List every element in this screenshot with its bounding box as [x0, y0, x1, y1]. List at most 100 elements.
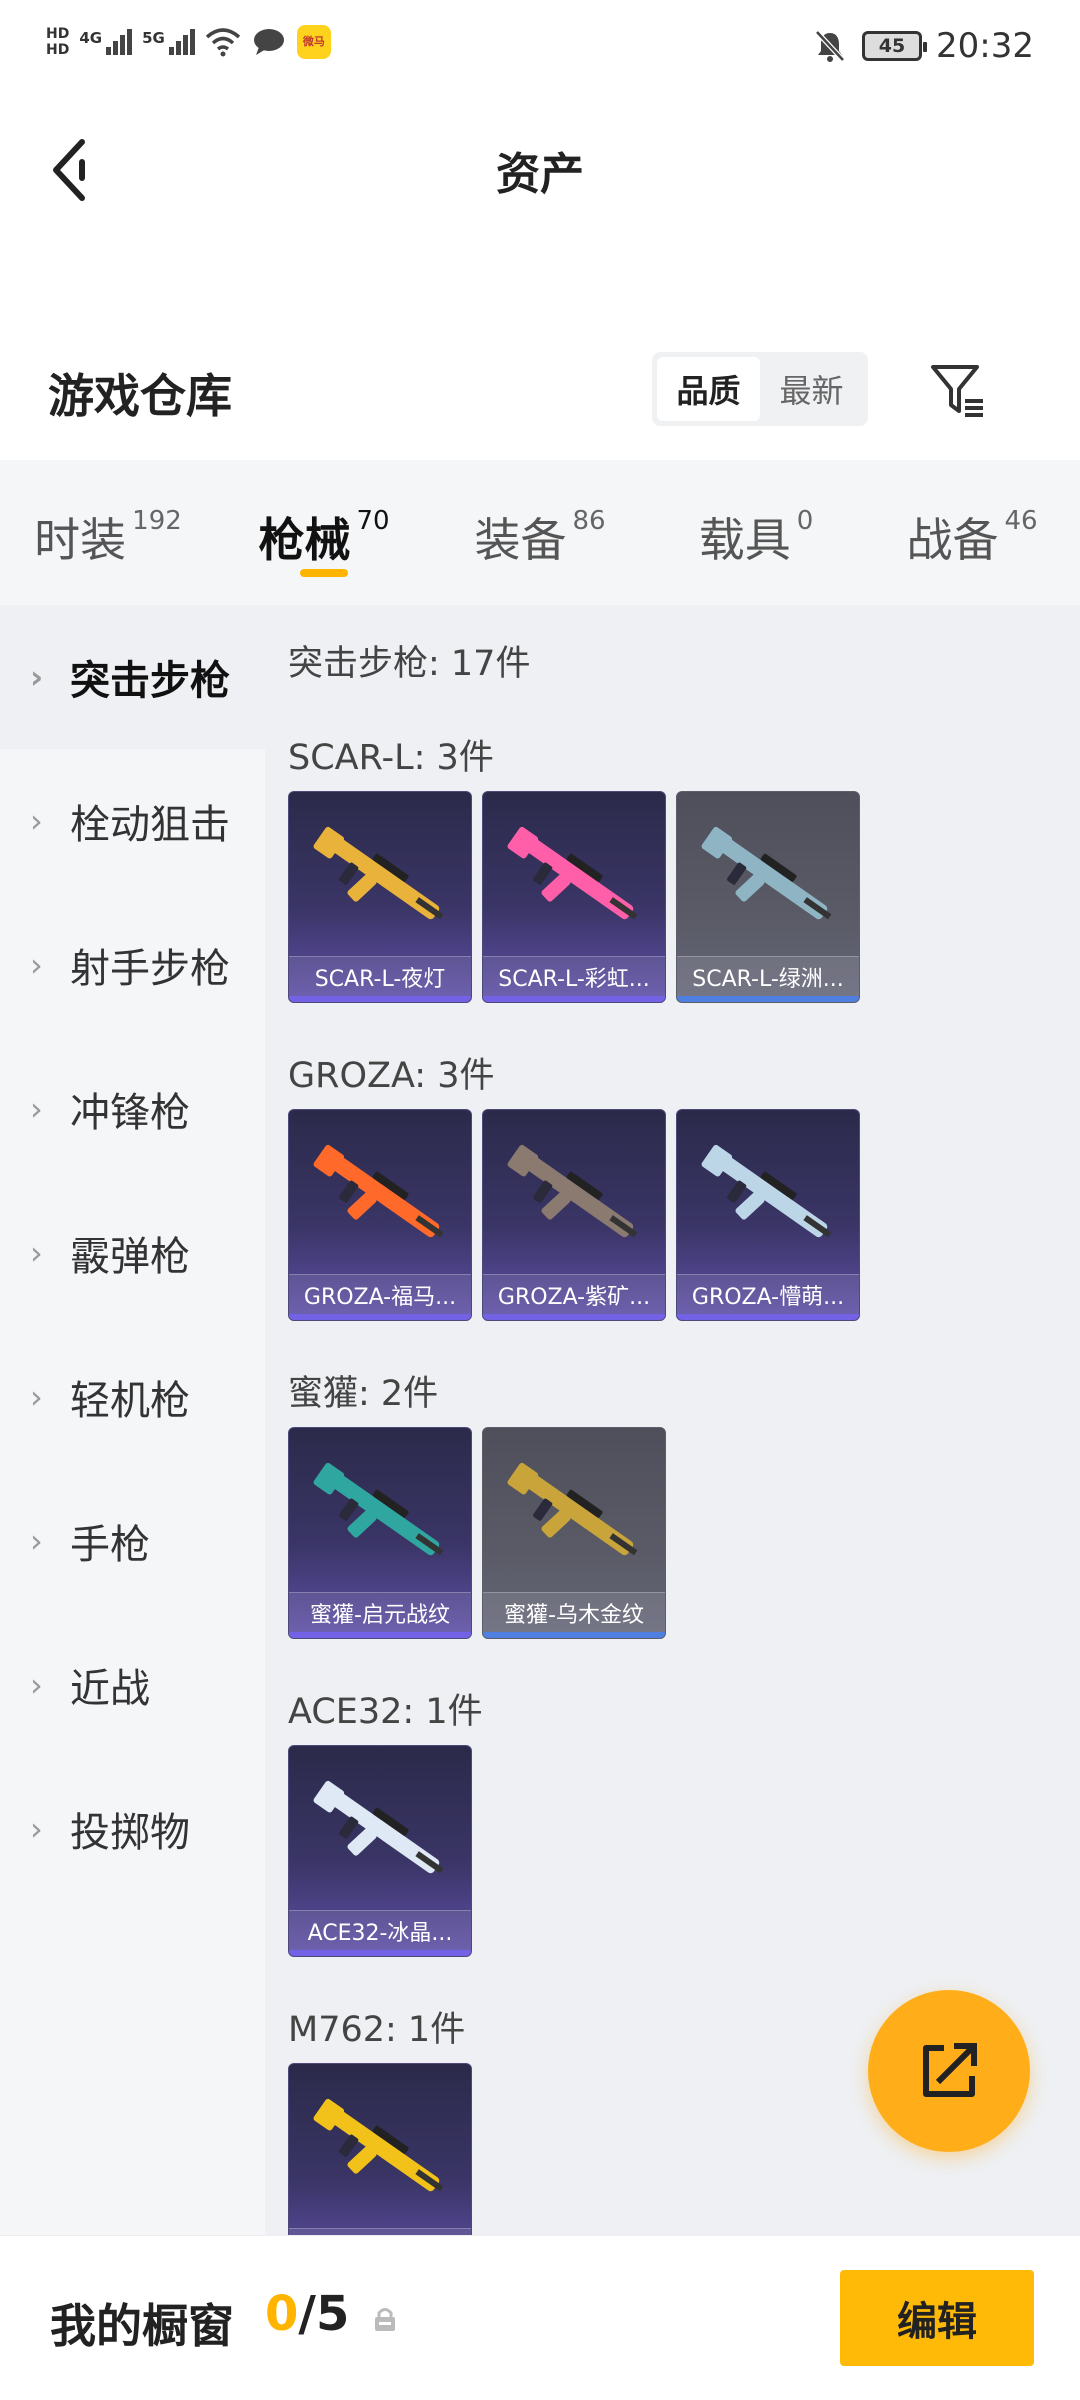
- signal-bar: [120, 35, 126, 55]
- status-bar-left: HD HD 4G 5G 微马: [46, 24, 331, 60]
- mute-bell-icon: [812, 28, 848, 64]
- tab-fashion[interactable]: 时装 192: [0, 460, 216, 605]
- weapon-skin-name: GROZA-福马...: [289, 1274, 471, 1314]
- rarity-stripe: [483, 1314, 665, 1320]
- tab-count: 46: [1004, 506, 1038, 536]
- weapon-skin-card[interactable]: GROZA-紫矿...: [482, 1109, 666, 1321]
- sidebar-item-smg[interactable]: › 冲锋枪: [0, 1037, 265, 1181]
- sidebar-item-label: 射手步枪: [70, 946, 230, 992]
- chevron-right-icon: ›: [30, 1090, 43, 1128]
- weapon-skin-card[interactable]: 蜜獾-乌木金纹: [482, 1427, 666, 1639]
- sidebar-item-pistol[interactable]: › 手枪: [0, 1469, 265, 1613]
- weapon-skin-card[interactable]: ACE32-冰晶...: [288, 1745, 472, 1957]
- signal-bar: [168, 47, 174, 55]
- app-notification-icon: 微马: [296, 25, 331, 59]
- gun-icon: [313, 1144, 444, 1238]
- showcase-current: 0: [265, 2286, 299, 2342]
- sidebar-item-marksman-rifle[interactable]: › 射手步枪: [0, 893, 265, 1037]
- sidebar-item-label: 近战: [70, 1666, 150, 1712]
- battery-icon: 45: [862, 31, 928, 61]
- tab-label: 装备: [474, 513, 567, 567]
- weapon-skin-name: 蜜獾-启元战纹: [289, 1592, 471, 1632]
- weapon-skin-card[interactable]: GROZA-福马...: [288, 1109, 472, 1321]
- showcase-count: 0/5: [265, 2286, 349, 2342]
- sidebar-item-label: 投掷物: [70, 1810, 190, 1856]
- tab-label: 时装: [34, 513, 127, 567]
- chevron-right-icon: ›: [30, 1378, 43, 1416]
- sidebar-item-label: 轻机枪: [70, 1378, 190, 1424]
- filter-button[interactable]: [922, 356, 992, 426]
- warehouse-header: 游戏仓库 品质 最新: [0, 330, 1080, 440]
- showcase-label: 我的橱窗: [50, 2299, 234, 2353]
- weapon-skin-name: SCAR-L-彩虹...: [483, 956, 665, 996]
- showcase-bar: 我的橱窗 0/5 编辑: [0, 2235, 1080, 2400]
- tab-supplies[interactable]: 战备 46: [864, 460, 1080, 605]
- tab-guns[interactable]: 枪械 70: [216, 460, 432, 605]
- signal-bar: [175, 41, 181, 55]
- sidebar-item-label: 栓动狙击: [70, 802, 230, 848]
- sidebar-item-melee[interactable]: › 近战: [0, 1613, 265, 1757]
- share-button[interactable]: [868, 1990, 1030, 2152]
- hd-indicator: HD HD: [46, 26, 69, 58]
- status-bar: HD HD 4G 5G 微马 45 20:32: [0, 0, 1080, 100]
- edit-button[interactable]: 编辑: [840, 2270, 1034, 2366]
- sidebar-item-assault-rifle[interactable]: › 突击步枪: [0, 605, 265, 749]
- sidebar-item-bolt-sniper[interactable]: › 栓动狙击: [0, 749, 265, 893]
- signal-5g: 5G: [142, 29, 195, 55]
- chevron-right-icon: ›: [30, 1666, 43, 1704]
- weapon-skin-card[interactable]: SCAR-L-绿洲...: [676, 791, 860, 1003]
- sidebar-item-throwable[interactable]: › 投掷物: [0, 1757, 265, 1901]
- weapon-skin-card[interactable]: 蜜獾-启元战纹: [288, 1427, 472, 1639]
- chevron-right-icon: ›: [30, 1234, 43, 1272]
- weapon-skin-name: SCAR-L-绿洲...: [677, 956, 859, 996]
- weapon-skin-name: SCAR-L-夜灯: [289, 956, 471, 996]
- rarity-stripe: [289, 1950, 471, 1956]
- weapon-skin-card[interactable]: M762-天降萌...: [288, 2063, 472, 2235]
- weapon-skin-card[interactable]: SCAR-L-夜灯: [288, 791, 472, 1003]
- warehouse-title: 游戏仓库: [48, 369, 232, 423]
- weapon-group-title: 蜜獾: 2件: [288, 1374, 439, 1414]
- sort-toggle: 品质 最新: [652, 352, 868, 426]
- weapon-skin-name: 蜜獾-乌木金纹: [483, 1592, 665, 1632]
- rarity-stripe: [677, 996, 859, 1002]
- weapon-group-title: GROZA: 3件: [288, 1056, 495, 1096]
- weapon-card-row: ACE32-冰晶...: [288, 1745, 1078, 1957]
- share-icon: [923, 2043, 977, 2097]
- rarity-stripe: [677, 1314, 859, 1320]
- signal-bar: [106, 47, 112, 55]
- signal-bar: [113, 41, 119, 55]
- category-tabs: 时装 192 枪械 70 装备 86 载具 0 战备 46: [0, 460, 1080, 605]
- weapon-skin-card[interactable]: GROZA-懵萌...: [676, 1109, 860, 1321]
- sort-option-latest[interactable]: 最新: [760, 357, 863, 421]
- app-header: 资产: [0, 100, 1080, 240]
- weapon-skin-card[interactable]: SCAR-L-彩虹...: [482, 791, 666, 1003]
- content-area: › 突击步枪 › 栓动狙击 › 射手步枪 › 冲锋枪 › 霰弹枪 › 轻机枪 › 手枪 › 近战…: [0, 605, 1080, 2235]
- chevron-right-icon: ›: [30, 946, 43, 984]
- signal-bar: [182, 35, 188, 55]
- weapon-group-title: SCAR-L: 3件: [288, 738, 494, 778]
- sidebar-item-lmg[interactable]: › 轻机枪: [0, 1325, 265, 1469]
- gun-icon: [313, 2098, 444, 2192]
- sidebar-item-label: 突击步枪: [70, 658, 230, 704]
- wifi-icon: [205, 24, 241, 60]
- rarity-stripe: [289, 996, 471, 1002]
- weapon-card-row: SCAR-L-夜灯 SCAR-L-彩虹... SCAR-L-绿洲...: [288, 791, 1078, 1003]
- tab-vehicles[interactable]: 载具 0: [648, 460, 864, 605]
- sort-option-quality[interactable]: 品质: [657, 357, 760, 421]
- weapon-skin-name: ACE32-冰晶...: [289, 1910, 471, 1950]
- weapon-group-title: ACE32: 1件: [288, 1692, 483, 1732]
- sidebar-item-shotgun[interactable]: › 霰弹枪: [0, 1181, 265, 1325]
- message-icon: [251, 24, 287, 60]
- signal-bar: [189, 29, 195, 55]
- showcase-separator: /: [298, 2286, 316, 2342]
- clock: 20:32: [936, 26, 1034, 66]
- tab-equipment[interactable]: 装备 86: [432, 460, 648, 605]
- weapon-skin-name: M762-天降萌...: [289, 2228, 471, 2235]
- gun-icon: [313, 826, 444, 920]
- net-label-5g: 5G: [142, 29, 165, 47]
- gun-icon: [313, 1462, 444, 1556]
- tab-count: 192: [132, 506, 182, 536]
- lock-icon: [375, 2308, 395, 2331]
- sidebar-item-label: 冲锋枪: [70, 1090, 190, 1136]
- gun-icon: [313, 1780, 444, 1874]
